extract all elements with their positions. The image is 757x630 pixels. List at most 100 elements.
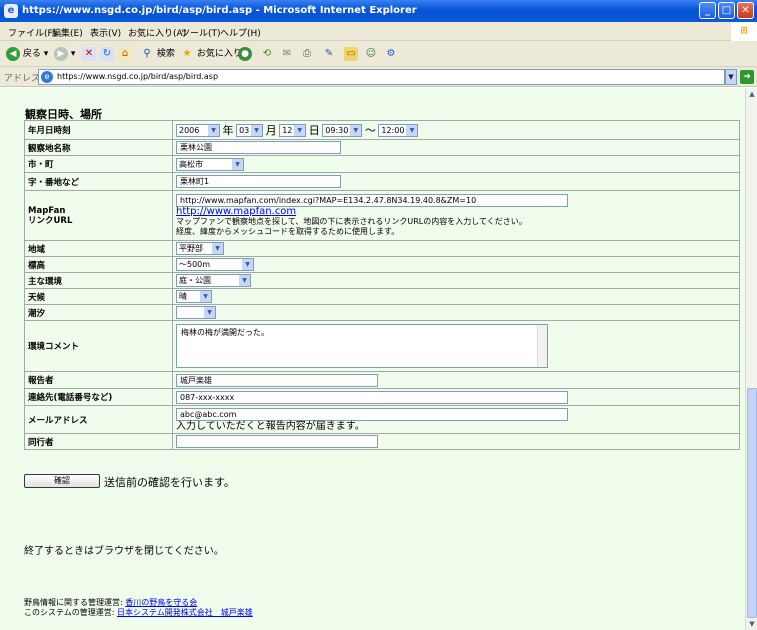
form-row-reporter: 報告者 城戸楽雄 bbox=[24, 371, 740, 389]
month-unit: 月 bbox=[265, 124, 277, 137]
menu-bar: ファイル(F) 編集(E) 表示(V) お気に入り(A) ツール(T) ヘルプ(… bbox=[0, 22, 757, 41]
reporter-input[interactable]: 城戸楽雄 bbox=[176, 373, 378, 387]
form-row-email: メールアドレス abc@abc.com 入力していただくと報告内容が届きます。 bbox=[24, 405, 740, 434]
address-bar: アドレス(D) e https://www.nsgd.co.jp/bird/as… bbox=[0, 67, 757, 87]
city-select[interactable]: 高松市 ▼ bbox=[176, 157, 244, 171]
mapfan-link[interactable]: http://www.mapfan.com bbox=[176, 206, 296, 217]
scroll-up-icon[interactable]: ▲ bbox=[746, 88, 757, 100]
menu-view[interactable]: 表示(V) bbox=[90, 26, 121, 39]
weather-select[interactable]: 晴 ▼ bbox=[176, 290, 212, 303]
footer-org-label: 野鳥情報に関する管理運営: bbox=[24, 598, 126, 607]
forward-arrow-icon: ▶ bbox=[54, 46, 68, 61]
home-icon: ⌂ bbox=[118, 46, 132, 61]
messenger-button[interactable]: ☺ bbox=[364, 46, 378, 62]
page-content: 観察日時、場所 年月日時刻 2006 ▼ 年 03 ▼ 月 12 ▼ 日 09:30 ▼… bbox=[0, 88, 745, 630]
observation-form: 年月日時刻 2006 ▼ 年 03 ▼ 月 12 ▼ 日 09:30 ▼ 〜 12:00… bbox=[24, 120, 740, 450]
footer-line-1: 野鳥情報に関する管理運営: 香川の野鳥を守る会 bbox=[24, 598, 253, 608]
edit-button[interactable]: ✎ bbox=[322, 46, 336, 62]
scroll-thumb[interactable] bbox=[747, 388, 757, 618]
companion-input[interactable] bbox=[176, 435, 378, 448]
search-icon: ⚲ bbox=[143, 47, 151, 59]
page-icon: e bbox=[41, 71, 53, 83]
year-unit: 年 bbox=[222, 124, 234, 137]
mail-icon: ✉ bbox=[282, 47, 292, 59]
toolbar: ◀ 戻る ▾ ▶ ▾ ✕ ↻ ⌂ ⚲ 検索 ★ お気に入り ● ⟲ ✉ ⎙ ✎ … bbox=[0, 41, 757, 67]
close-button[interactable]: ✕ bbox=[737, 2, 754, 19]
scroll-down-icon[interactable]: ▼ bbox=[746, 618, 757, 630]
minimize-button[interactable]: _ bbox=[699, 2, 716, 19]
address-dropdown-button[interactable]: ▼ bbox=[725, 69, 737, 85]
search-button[interactable]: ⚲ 検索 bbox=[140, 46, 175, 62]
contact-input[interactable]: 087-xxx-xxxx bbox=[176, 390, 568, 404]
year-select[interactable]: 2006 ▼ bbox=[176, 123, 220, 137]
footer-system-label: このシステムの管理運営: bbox=[24, 608, 117, 617]
folder-button[interactable]: ▭ bbox=[344, 46, 358, 62]
region-select[interactable]: 平野部 ▼ bbox=[176, 242, 224, 255]
env-comment-label: 環境コメント bbox=[24, 320, 173, 372]
stop-button[interactable]: ✕ bbox=[82, 46, 96, 62]
address-input[interactable]: e https://www.nsgd.co.jp/bird/asp/bird.a… bbox=[38, 69, 725, 85]
research-button[interactable]: ⚙ bbox=[384, 46, 398, 62]
address-url: https://www.nsgd.co.jp/bird/asp/bird.asp bbox=[57, 72, 219, 81]
env-comment-text: 梅林の梅が満開だった。 bbox=[181, 328, 269, 337]
day-unit: 日 bbox=[308, 124, 320, 137]
footer-org-link[interactable]: 香川の野鳥を守る会 bbox=[125, 598, 197, 607]
weather-label: 天候 bbox=[24, 288, 173, 305]
window-title: https://www.nsgd.co.jp/bird/asp/bird.asp… bbox=[22, 5, 417, 16]
environment-select[interactable]: 庭・公園 ▼ bbox=[176, 274, 251, 287]
form-row-datetime: 年月日時刻 2006 ▼ 年 03 ▼ 月 12 ▼ 日 09:30 ▼ 〜 12:00… bbox=[24, 120, 740, 140]
refresh-button[interactable]: ↻ bbox=[100, 46, 114, 62]
start-time-select[interactable]: 09:30 ▼ bbox=[322, 123, 363, 137]
window-title-bar: e https://www.nsgd.co.jp/bird/asp/bird.a… bbox=[0, 0, 757, 22]
search-label: 検索 bbox=[156, 49, 175, 59]
menu-help[interactable]: ヘルプ(H) bbox=[220, 26, 261, 39]
form-row-weather: 天候 晴 ▼ bbox=[24, 288, 740, 305]
end-time-select[interactable]: 12:00 ▼ bbox=[378, 123, 419, 137]
history-icon: ⟲ bbox=[262, 47, 272, 59]
altitude-select[interactable]: 〜500m ▼ bbox=[176, 258, 254, 271]
month-select[interactable]: 03 ▼ bbox=[236, 123, 264, 137]
menu-edit[interactable]: 編集(E) bbox=[52, 26, 83, 39]
history-button[interactable]: ⟲ bbox=[260, 46, 274, 62]
go-arrow-icon: ➔ bbox=[740, 70, 754, 84]
menu-tools[interactable]: ツール(T) bbox=[181, 26, 221, 39]
footer-system-link[interactable]: 日本システム開発株式会社 城戸楽雄 bbox=[117, 608, 253, 617]
datetime-label: 年月日時刻 bbox=[24, 120, 173, 140]
mapfan-help-text: マップファンで観察地点を探して、地図の下に表示されるリンクURLの内容を入力して… bbox=[176, 217, 527, 226]
textarea-scrollbar[interactable] bbox=[537, 325, 547, 367]
place-name-label: 観察地名称 bbox=[24, 139, 173, 156]
footer: 野鳥情報に関する管理運営: 香川の野鳥を守る会 このシステムの管理運営: 日本シ… bbox=[24, 598, 253, 618]
tide-select[interactable]: ▼ bbox=[176, 306, 216, 319]
maximize-button[interactable]: □ bbox=[718, 2, 735, 19]
go-button[interactable]: ➔ 移動 bbox=[740, 69, 757, 84]
research-icon: ⚙ bbox=[386, 47, 396, 59]
back-arrow-icon: ◀ bbox=[6, 46, 20, 61]
tide-label: 潮汐 bbox=[24, 304, 173, 321]
home-button[interactable]: ⌂ bbox=[118, 46, 132, 62]
email-note: 入力していただくと報告内容が届きます。 bbox=[176, 420, 365, 432]
print-button[interactable]: ⎙ bbox=[300, 46, 314, 62]
favorites-button[interactable]: ★ お気に入り bbox=[180, 46, 242, 62]
menu-file[interactable]: ファイル(F) bbox=[8, 26, 56, 39]
menu-favorites[interactable]: お気に入り(A) bbox=[128, 26, 186, 39]
close-instruction: 終了するときはブラウザを閉じてください。 bbox=[24, 546, 224, 557]
city-label: 市・町 bbox=[24, 155, 173, 173]
mail-button[interactable]: ✉ bbox=[280, 46, 294, 62]
forward-button[interactable]: ▶ ▾ bbox=[54, 46, 75, 62]
back-button[interactable]: ◀ 戻る ▾ bbox=[6, 46, 48, 62]
email-label: メールアドレス bbox=[24, 405, 173, 434]
back-label: 戻る bbox=[22, 49, 41, 59]
contact-label: 連絡先(電話番号など) bbox=[24, 388, 173, 406]
env-comment-textarea[interactable]: 梅林の梅が満開だった。 bbox=[176, 324, 548, 368]
place-name-input[interactable]: 栗林公園 bbox=[176, 141, 341, 154]
vertical-scrollbar[interactable]: ▲ ▼ bbox=[745, 88, 757, 630]
form-row-companion: 同行者 bbox=[24, 433, 740, 450]
email-input[interactable]: abc@abc.com bbox=[176, 407, 568, 421]
address-detail-input[interactable]: 栗林町1 bbox=[176, 175, 341, 188]
confirm-button[interactable]: 確認 bbox=[24, 474, 100, 488]
media-button[interactable]: ● bbox=[238, 46, 252, 62]
day-select[interactable]: 12 ▼ bbox=[279, 123, 307, 137]
folder-icon: ▭ bbox=[344, 46, 358, 61]
messenger-icon: ☺ bbox=[365, 47, 377, 59]
form-row-altitude: 標高 〜500m ▼ bbox=[24, 256, 740, 273]
